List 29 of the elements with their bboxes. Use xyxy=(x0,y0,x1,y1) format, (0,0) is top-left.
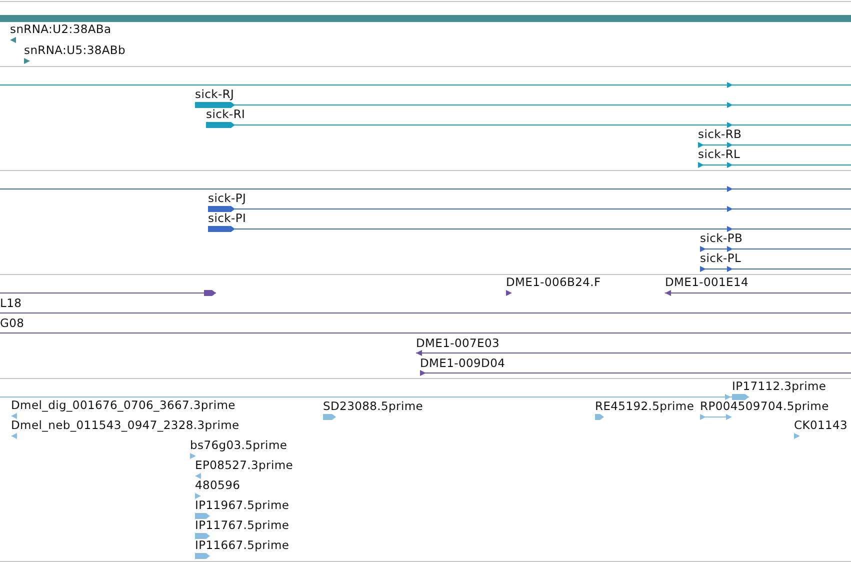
feature-label: sick-RL xyxy=(698,147,740,161)
feature-label: sick-PB xyxy=(700,231,743,245)
feature-label: snRNA:U5:38ABb xyxy=(24,43,126,57)
feature-label: SD23088.5prime xyxy=(323,399,424,413)
feature-label: sick-RB xyxy=(698,127,742,141)
feature-label: 480596 xyxy=(195,478,240,492)
feature-label: sick-PI xyxy=(208,211,246,225)
feature-label: RP004509704.5prime xyxy=(700,399,829,413)
feature-label: snRNA:U2:38ABa xyxy=(10,22,112,36)
feature-label: IP11767.5prime xyxy=(195,518,290,532)
feature-label: L18 xyxy=(0,296,22,310)
feature-label: sick-RI xyxy=(206,107,246,121)
feature-label: DME1-007E03 xyxy=(416,336,500,350)
feature-label: IP11667.5prime xyxy=(195,538,290,552)
feature-label: sick-PL xyxy=(700,251,742,265)
feature-label: Dmel_dig_001676_0706_3667.3prime xyxy=(11,398,236,412)
feature-label: RE45192.5prime xyxy=(595,399,694,413)
feature-label: DME1-006B24.F xyxy=(506,275,601,289)
feature-label: Dmel_neb_011543_0947_2328.3prime xyxy=(11,418,240,432)
feature-label: IP11967.5prime xyxy=(195,498,290,512)
feature-label: IP17112.3prime xyxy=(732,379,826,393)
feature-label: DME1-001E14 xyxy=(665,275,749,289)
feature-label: G08 xyxy=(0,316,24,330)
feature-label: sick-RJ xyxy=(195,87,234,101)
feature-label: EP08527.3prime xyxy=(195,458,294,472)
feature-label: bs76g03.5prime xyxy=(190,438,288,452)
feature-label: sick-PJ xyxy=(208,191,246,205)
feature-label: CK01143 xyxy=(794,418,848,432)
feature-label: DME1-009D04 xyxy=(420,356,506,370)
